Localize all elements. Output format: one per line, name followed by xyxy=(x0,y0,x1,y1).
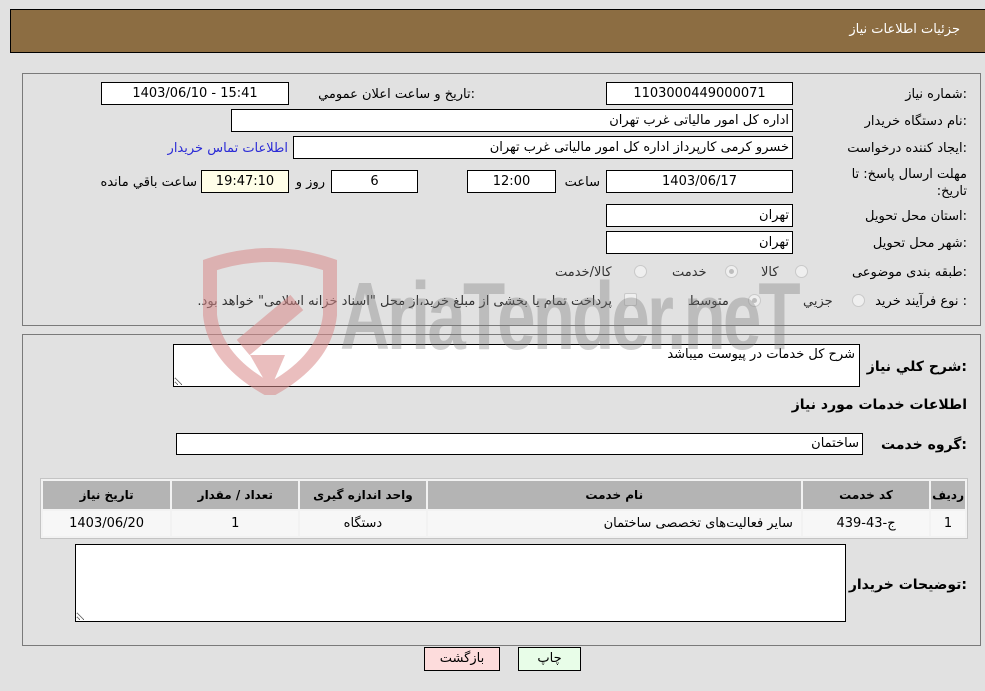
province-label: استان محل تحویل: xyxy=(865,209,967,224)
category-radio-goods[interactable] xyxy=(795,265,808,278)
treasury-checkbox[interactable] xyxy=(624,293,637,306)
col-header-row: ردیف xyxy=(931,481,965,509)
province-field: تهران xyxy=(606,204,793,227)
cell-service-code: ج-43-439 xyxy=(802,511,930,536)
page-title: جزئیات اطلاعات نیاز xyxy=(849,22,960,37)
description-textarea[interactable] xyxy=(173,344,860,387)
service-group-field: ساختمان xyxy=(176,433,863,455)
description-label: شرح کلي نیاز: xyxy=(866,359,967,375)
treasury-checkbox-label: پرداخت تمام یا بخشی از مبلغ خرید،از محل … xyxy=(197,294,612,309)
purchase-radio-minor[interactable] xyxy=(852,294,865,307)
col-header-service-code: کد خدمت xyxy=(802,481,930,509)
cell-need-date: 1403/06/20 xyxy=(43,511,171,536)
remaining-time-label: ساعت باقي مانده xyxy=(100,175,197,190)
buyer-org-label: نام دستگاه خریدار: xyxy=(864,114,967,129)
deadline-time-field: 12:00 xyxy=(467,170,556,193)
deadline-time-label: ساعت xyxy=(564,175,600,190)
purchase-option-medium: متوسط xyxy=(688,294,729,309)
need-number-label: شماره نیاز: xyxy=(905,87,967,102)
need-number-field: 1103000449000071 xyxy=(606,82,793,105)
announce-datetime-label: تاریخ و ساعت اعلان عمومي: xyxy=(318,87,475,102)
buyer-notes-textarea[interactable] xyxy=(75,544,846,622)
back-button[interactable]: بازگشت xyxy=(424,647,500,671)
print-button[interactable]: چاپ xyxy=(518,647,581,671)
announce-datetime-field: 1403/06/10 - 15:41 xyxy=(101,82,289,105)
cell-row-number: 1 xyxy=(931,511,965,536)
remaining-days-field: 6 xyxy=(331,170,418,193)
service-group-label: گروه خدمت: xyxy=(881,437,967,453)
category-option-goods-service: کالا/خدمت xyxy=(555,265,612,280)
services-section-title: اطلاعات خدمات مورد نیاز xyxy=(791,397,967,413)
city-field: تهران xyxy=(606,231,793,254)
requester-field: خسرو کرمی کارپرداز اداره کل امور مالیاتی… xyxy=(293,136,793,159)
col-header-unit: واحد اندازه گیری xyxy=(300,481,426,509)
category-radio-goods-service[interactable] xyxy=(634,265,647,278)
cell-unit: دستگاه xyxy=(300,511,426,536)
cell-service-name: سایر فعالیت‌های تخصصی ساختمان xyxy=(427,511,801,536)
services-table: ردیف کد خدمت نام خدمت واحد اندازه گیری ت… xyxy=(40,478,968,539)
purchase-type-label: نوع فرآیند خرید : xyxy=(875,294,967,309)
remaining-days-label: روز و xyxy=(295,175,325,190)
cell-quantity: 1 xyxy=(172,511,299,536)
remaining-time-field: 19:47:10 xyxy=(201,170,289,193)
city-label: شهر محل تحویل: xyxy=(872,236,967,251)
purchase-radio-medium[interactable] xyxy=(748,294,761,307)
purchase-option-minor: جزيي xyxy=(803,294,833,309)
col-header-need-date: تاریخ نیاز xyxy=(43,481,171,509)
table-row: 1 ج-43-439 سایر فعالیت‌های تخصصی ساختمان… xyxy=(43,511,965,536)
category-radio-service[interactable] xyxy=(725,265,738,278)
category-option-goods: کالا xyxy=(761,265,779,280)
buyer-org-field: اداره کل امور مالیاتی غرب تهران xyxy=(231,109,793,132)
category-option-service: خدمت xyxy=(672,265,707,280)
deadline-date-field: 1403/06/17 xyxy=(606,170,793,193)
buyer-contact-link[interactable]: اطلاعات تماس خریدار xyxy=(168,141,288,156)
buyer-notes-label: توضیحات خریدار: xyxy=(848,577,967,593)
col-header-service-name: نام خدمت xyxy=(427,481,801,509)
services-table-header: ردیف کد خدمت نام خدمت واحد اندازه گیری ت… xyxy=(43,481,965,509)
page-header: جزئیات اطلاعات نیاز xyxy=(10,9,985,53)
col-header-quantity: تعداد / مقدار xyxy=(172,481,299,509)
deadline-label: مهلت ارسال پاسخ: تا تاریخ: xyxy=(851,167,967,199)
category-label: طبقه بندی موضوعی: xyxy=(851,265,967,280)
requester-label: ایجاد کننده درخواست: xyxy=(847,141,967,156)
